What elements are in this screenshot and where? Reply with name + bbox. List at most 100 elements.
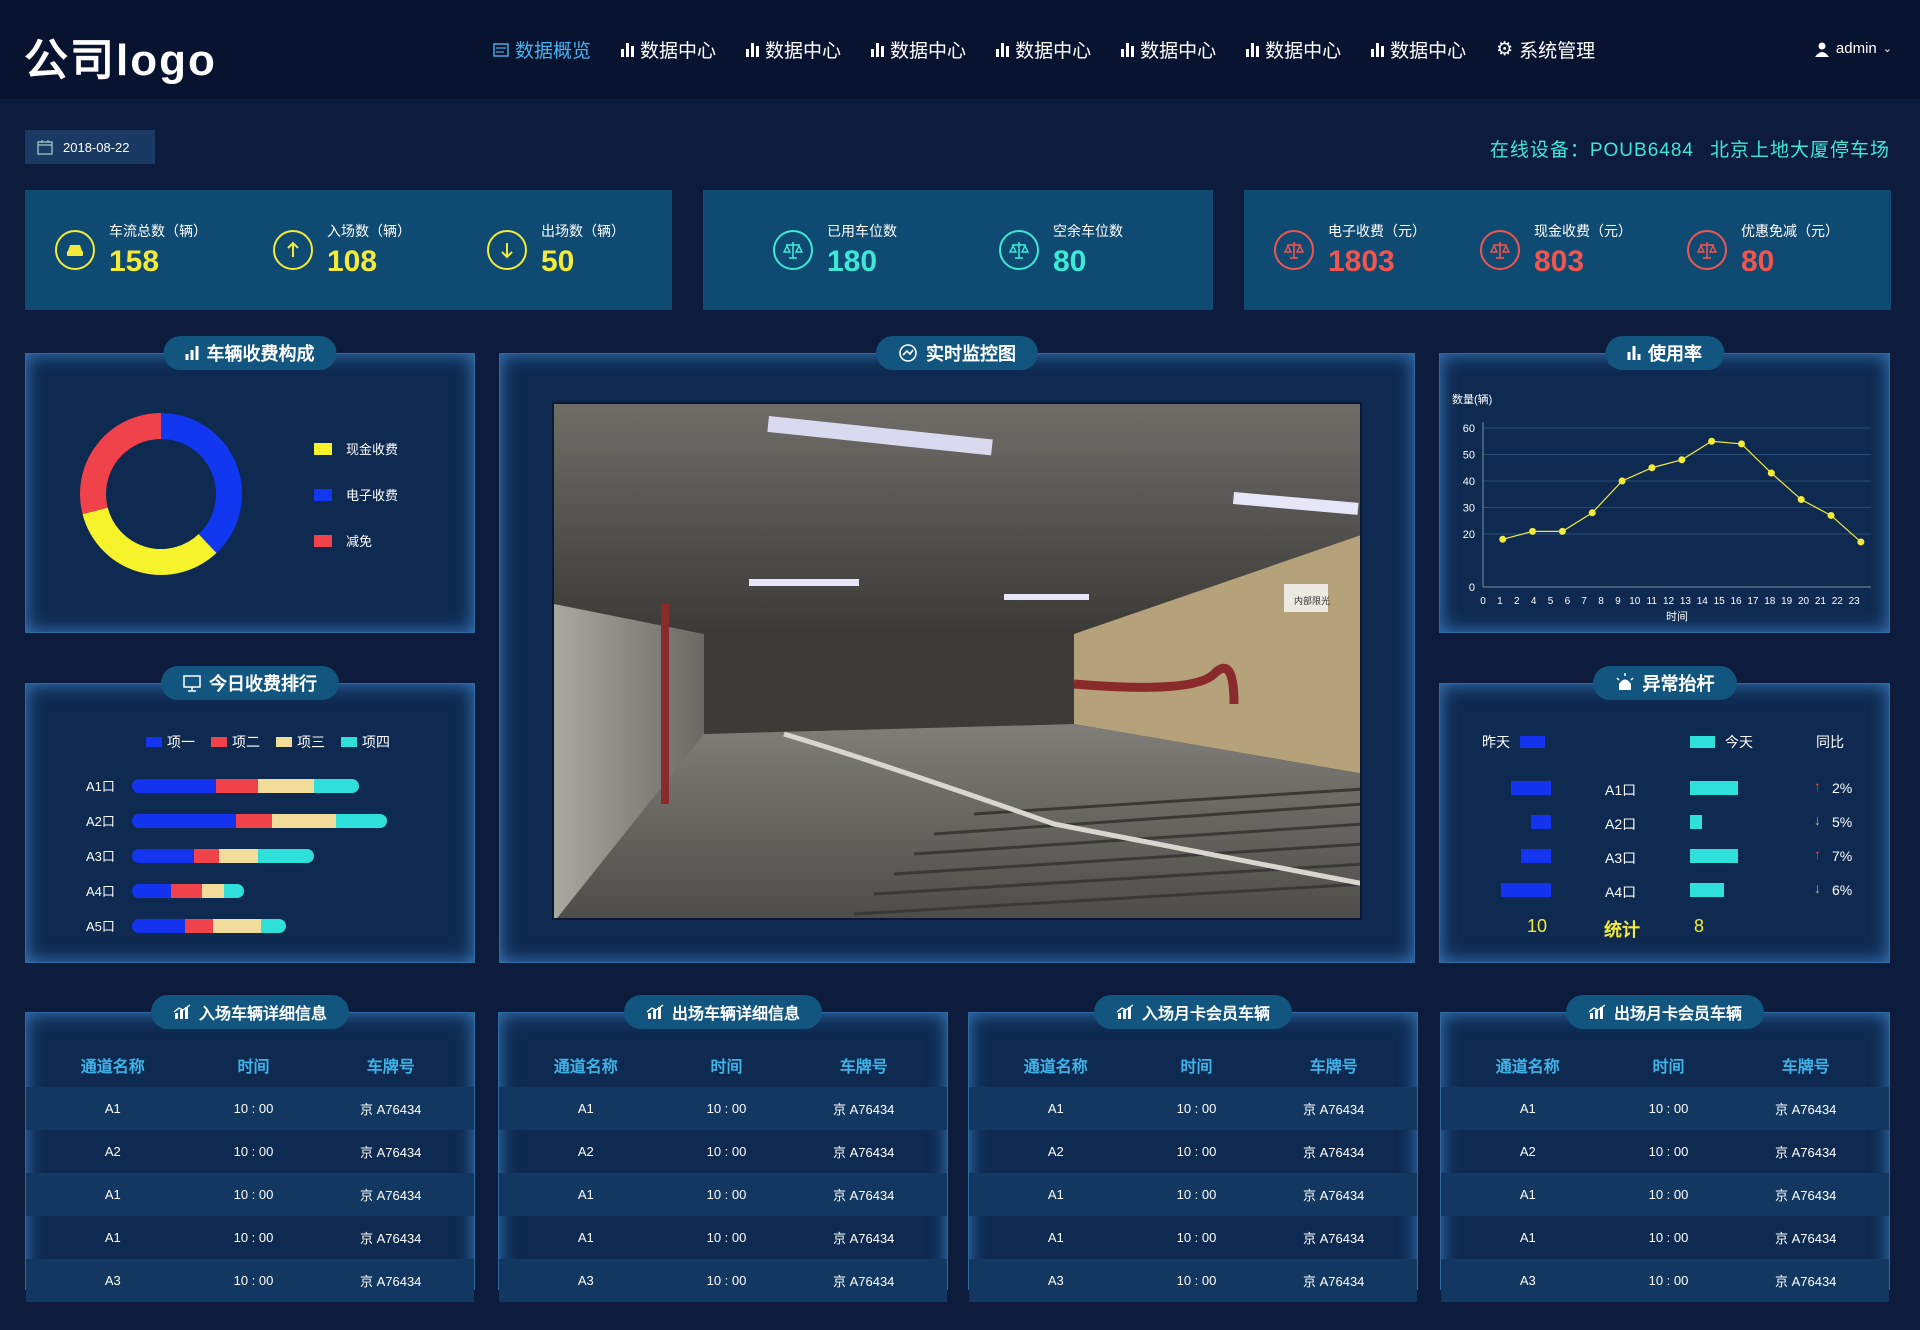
ranking-bar-segment (258, 778, 314, 793)
table-row[interactable]: A1 10 : 00 京 A76434 (1441, 1216, 1889, 1259)
nav-item-4[interactable]: 数据中心 (996, 36, 1091, 63)
donut-slice-现金收费[interactable] (82, 507, 217, 575)
table-header-cell[interactable]: 车牌号 (1722, 1043, 1889, 1087)
ranking-legend-item: 项三 (276, 732, 325, 752)
stat-traffic-1: 入场数（辆） 108 (273, 190, 411, 310)
nav-item-6[interactable]: 数据中心 (1246, 36, 1341, 63)
nav-item-0[interactable]: 数据概览 (493, 36, 591, 63)
nav-item-3[interactable]: 数据中心 (871, 36, 966, 63)
table-row[interactable]: A2 10 : 00 京 A76434 (1441, 1130, 1889, 1173)
legend-swatch (314, 488, 332, 501)
table-row[interactable]: A1 10 : 00 京 A76434 (969, 1216, 1417, 1259)
date-picker[interactable]: 2018-08-22 (25, 130, 155, 164)
table-row[interactable]: A1 10 : 00 京 A76434 (499, 1087, 947, 1130)
table-row[interactable]: A1 10 : 00 京 A76434 (26, 1173, 474, 1216)
table-row[interactable]: A3 10 : 00 京 A76434 (499, 1259, 947, 1302)
usage-point[interactable] (1588, 509, 1596, 517)
x-tick-label: 17 (1747, 596, 1759, 607)
table-header-cell[interactable]: 通道名称 (26, 1043, 200, 1087)
table-row[interactable]: A1 10 : 00 京 A76434 (26, 1087, 474, 1130)
table-cell: A1 (26, 1173, 200, 1216)
table-row[interactable]: A3 10 : 00 京 A76434 (969, 1259, 1417, 1302)
lift-yesterday-bar (1511, 781, 1551, 795)
table-header-cell[interactable]: 时间 (1615, 1043, 1723, 1087)
x-tick-label: 15 (1714, 596, 1726, 607)
ranking-row-label: A1口 (86, 779, 115, 794)
ranking-bar-segment (235, 813, 272, 828)
abnormal-lift-title-text: 异常抬杆 (1642, 674, 1715, 694)
ranking-bar-segment (171, 883, 202, 898)
usage-point[interactable] (1857, 538, 1865, 546)
nav-item-5[interactable]: 数据中心 (1121, 36, 1216, 63)
table-cell: 京 A76434 (1250, 1087, 1417, 1130)
table-row[interactable]: A1 10 : 00 京 A76434 (969, 1087, 1417, 1130)
table-row[interactable]: A1 10 : 00 京 A76434 (499, 1173, 947, 1216)
parking-camera-image[interactable]: 内部限光 (552, 402, 1362, 920)
x-tick-label: 1 (1497, 596, 1503, 607)
stat-traffic-2: 出场数（辆） 50 (487, 190, 625, 310)
table-header-cell[interactable]: 时间 (1143, 1043, 1251, 1087)
table-header-cell[interactable]: 通道名称 (969, 1043, 1143, 1087)
table-cell: A1 (1519, 1230, 1536, 1245)
bar-chart-icon (621, 42, 635, 57)
table-row[interactable]: A1 10 : 00 京 A76434 (499, 1216, 947, 1259)
lift-today-bar (1690, 883, 1724, 897)
nav-item-7[interactable]: 数据中心 (1371, 36, 1466, 63)
company-logo[interactable]: 公司logo (24, 24, 217, 88)
table-row[interactable]: A1 10 : 00 京 A76434 (969, 1173, 1417, 1216)
table-cell: 京 A76434 (780, 1173, 947, 1216)
nav-item-2[interactable]: 数据中心 (746, 36, 841, 63)
nav-item-1[interactable]: 数据中心 (621, 36, 716, 63)
table-cell: 京 A76434 (1774, 1231, 1837, 1246)
ranking-stacked-bar[interactable] (132, 778, 359, 793)
usage-point[interactable] (1558, 527, 1566, 535)
stat-label: 已用车位数 (827, 223, 897, 239)
scale-icon (1687, 230, 1727, 270)
donut-slice-减免[interactable] (80, 413, 162, 515)
lift-total-label: 统计 (1604, 920, 1640, 940)
usage-point[interactable] (1678, 456, 1686, 464)
ranking-stacked-bar[interactable] (132, 813, 387, 828)
usage-point[interactable] (1827, 511, 1835, 519)
table-row[interactable]: A2 10 : 00 京 A76434 (499, 1130, 947, 1173)
table-header-cell[interactable]: 时间 (200, 1043, 308, 1087)
ranking-stacked-bar[interactable] (132, 848, 314, 863)
table-header-cell[interactable]: 通道名称 (1441, 1043, 1615, 1087)
usage-point[interactable] (1618, 477, 1626, 485)
table-row[interactable]: A2 10 : 00 京 A76434 (969, 1130, 1417, 1173)
table-row[interactable]: A1 10 : 00 京 A76434 (1441, 1087, 1889, 1130)
table-header-cell[interactable]: 时间 (673, 1043, 781, 1087)
usage-point[interactable] (1648, 464, 1656, 472)
table-header-cell[interactable]: 车牌号 (1250, 1043, 1417, 1087)
table-header-cell[interactable]: 通道名称 (499, 1043, 673, 1087)
usage-point[interactable] (1529, 527, 1537, 535)
ranking-row: A3口 (86, 846, 314, 865)
stat-label: 出场数（辆） (541, 223, 625, 239)
table-cell: 京 A76434 (359, 1145, 422, 1160)
usage-point[interactable] (1737, 440, 1745, 448)
vehicle-table-card: 入场车辆详细信息 通道名称 时间 车牌号 A1 10 : 00 京 A76434 A2 10 :… (25, 995, 475, 1302)
table-row[interactable]: A1 10 : 00 京 A76434 (1441, 1173, 1889, 1216)
table-row[interactable]: A1 10 : 00 京 A76434 (26, 1216, 474, 1259)
user-menu[interactable]: admin ⌄ (1814, 40, 1892, 57)
table-row[interactable]: A3 10 : 00 京 A76434 (26, 1259, 474, 1302)
ranking-stacked-bar[interactable] (132, 918, 286, 933)
table-row[interactable]: A2 10 : 00 京 A76434 (26, 1130, 474, 1173)
ranking-stacked-bar[interactable] (132, 883, 244, 898)
table-header-cell[interactable]: 车牌号 (307, 1043, 474, 1087)
table-cell: 10 : 00 (1176, 1230, 1217, 1245)
usage-point[interactable] (1708, 437, 1716, 445)
x-tick-label: 19 (1781, 596, 1793, 607)
lift-yesterday-bar (1531, 815, 1551, 829)
arrow-up-icon: ↑ (1814, 846, 1821, 862)
nav-item-8[interactable]: ⚙ 系统管理 (1496, 36, 1595, 63)
table-row[interactable]: A3 10 : 00 京 A76434 (1441, 1259, 1889, 1302)
usage-point[interactable] (1767, 469, 1775, 477)
vehicle-table: 通道名称 时间 车牌号 A1 10 : 00 京 A76434 A2 10 : 00 京 A76… (26, 1043, 474, 1302)
ranking-row-label: A4口 (86, 884, 115, 899)
scale-icon (1274, 230, 1314, 270)
usage-point[interactable] (1797, 496, 1805, 504)
usage-point[interactable] (1499, 535, 1507, 543)
donut-slice-电子收费[interactable] (160, 413, 242, 554)
table-header-cell[interactable]: 车牌号 (780, 1043, 947, 1087)
